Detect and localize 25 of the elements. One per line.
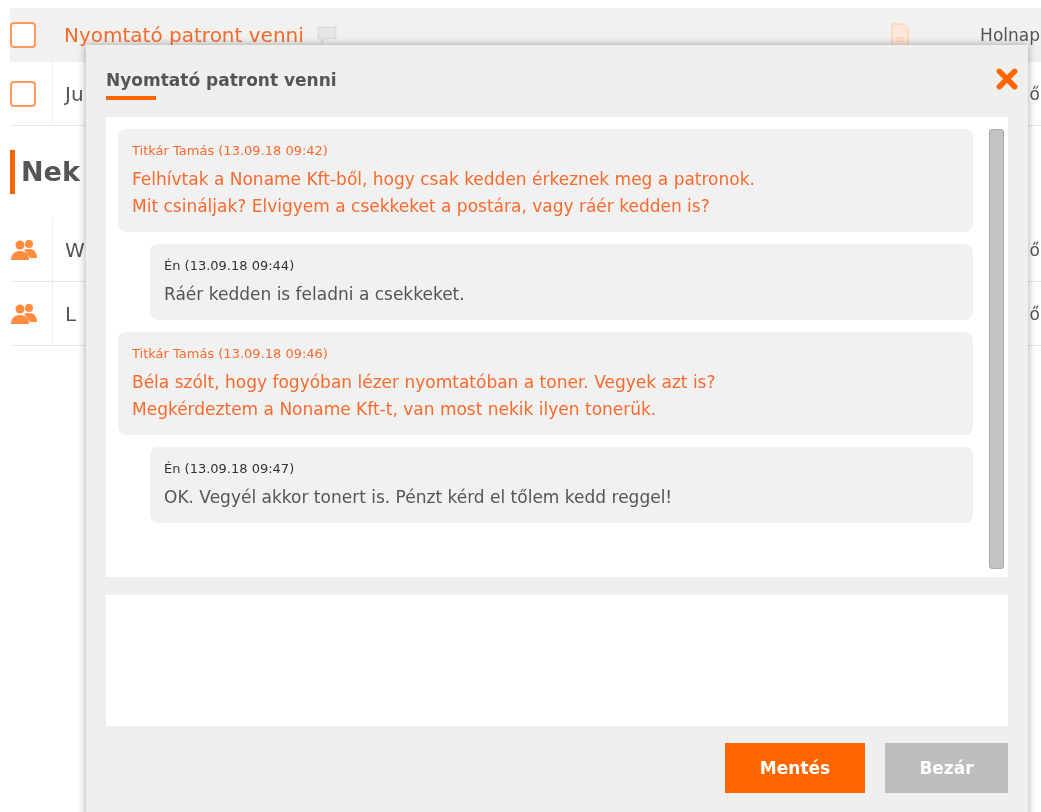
due-date: ő [1028,303,1041,324]
task-title[interactable]: Ju [65,81,84,106]
dialog-title: Nyomtató patront venni [106,65,337,100]
message-text: OK. Vegyél akkor tonert is. Pénzt kérd el tőlem kedd reggel! [164,486,674,509]
message-author: Én (13.09.18 09:47) [164,461,296,476]
message-author: Én (13.09.18 09:44) [164,258,296,273]
task-title[interactable]: L [65,301,77,326]
message-text: Felhívtak a Noname Kft-ből, hogy csak kedden érkeznek meg a patronok. [132,168,756,191]
due-date: Holnap [979,25,1041,45]
message-text: Megkérdeztem a Noname Kft-t, van most nekik ilyen tonerük. [132,398,658,421]
message-text: Ráér kedden is feladni a csekkeket. [164,283,466,306]
group-icon [10,301,38,326]
section-heading: Nek [10,150,80,194]
close-icon[interactable] [996,68,1018,90]
group-icon [10,237,38,262]
due-date: ő [1028,83,1041,104]
message-author: Titkár Tamás (13.09.18 09:42) [132,143,329,158]
checkbox[interactable] [10,22,36,48]
due-date: ő [1028,239,1041,260]
message-text: Béla szólt, hogy fogyóban lézer nyomtatóban a toner. Vegyek azt is? [132,371,717,394]
task-title[interactable]: W [65,237,85,262]
checkbox[interactable] [10,80,36,107]
message-author: Titkár Tamás (13.09.18 09:46) [132,346,329,361]
scrollbar[interactable] [989,129,1004,569]
message-text: Mit csináljak? Elvigyem a csekkeket a postára, vagy ráér kedden is? [132,195,711,218]
